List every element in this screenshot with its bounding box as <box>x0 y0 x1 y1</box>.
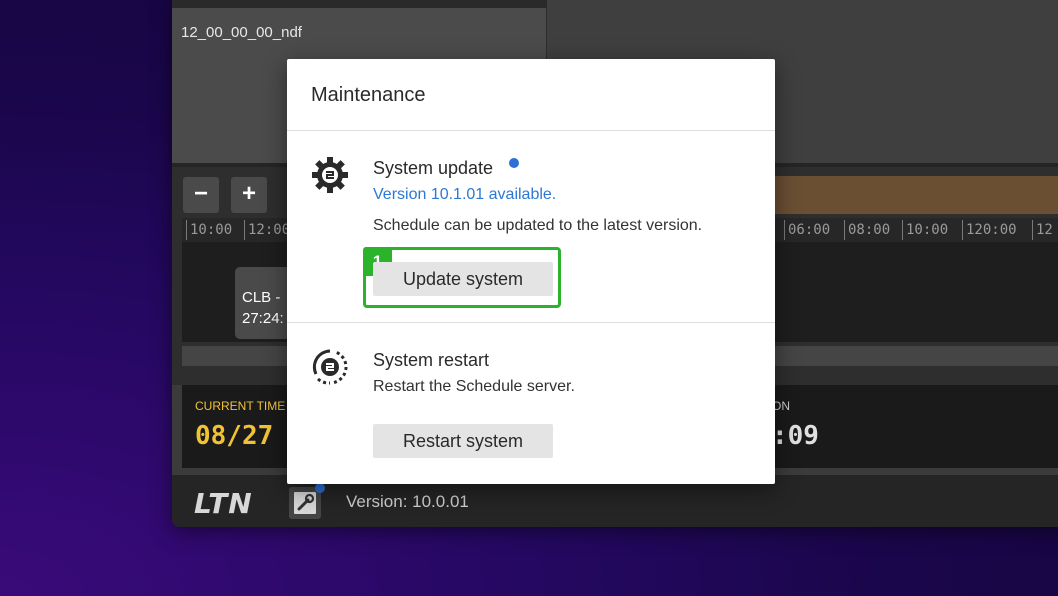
restart-system-button[interactable]: Restart system <box>373 424 553 458</box>
dialog-divider <box>287 322 775 323</box>
dialog-title: Maintenance <box>311 84 426 106</box>
update-system-button[interactable]: Update system <box>373 262 553 296</box>
ruler-tick: 120:00 <box>962 220 1017 240</box>
ruler-tick: 10:00 <box>186 220 232 240</box>
restart-icon <box>312 349 348 385</box>
ruler-tick: 06:00 <box>784 220 830 240</box>
zoom-in-button[interactable]: + <box>231 177 267 213</box>
ltn-logo: LTN <box>194 487 253 520</box>
current-time-label: CURRENT TIME <box>195 399 286 413</box>
ruler-tick: 08:00 <box>844 220 890 240</box>
gear-update-icon <box>312 157 348 193</box>
restart-description: Restart the Schedule server. <box>373 378 575 395</box>
current-time-value: 08/27 <box>195 421 274 451</box>
restart-section-title: System restart <box>373 350 490 370</box>
update-notification-dot <box>509 158 519 168</box>
zoom-out-button[interactable]: − <box>183 177 219 213</box>
maintenance-dialog: Maintenance System update Version 10.1.0… <box>287 59 775 484</box>
top-strip <box>172 0 547 8</box>
timeline-range-bar[interactable] <box>773 176 1058 214</box>
update-description: Schedule can be updated to the latest ve… <box>373 217 703 234</box>
ruler-tick: 10:00 <box>902 220 948 240</box>
file-name[interactable]: 12_00_00_00_ndf <box>181 24 302 41</box>
app-version: Version: 10.0.01 <box>346 492 469 511</box>
duration-value: :09 <box>772 421 819 451</box>
ruler-tick: 12:00 <box>244 220 290 240</box>
maintenance-button[interactable] <box>289 483 325 519</box>
version-available-link[interactable]: Version 10.1.01 available. <box>373 186 556 204</box>
ruler-tick: 12 <box>1032 220 1053 240</box>
update-section-title: System update <box>373 158 494 178</box>
notification-dot <box>315 483 325 493</box>
dialog-divider <box>287 130 775 131</box>
timeline-clip[interactable]: CLB - 27:24: <box>235 267 295 339</box>
